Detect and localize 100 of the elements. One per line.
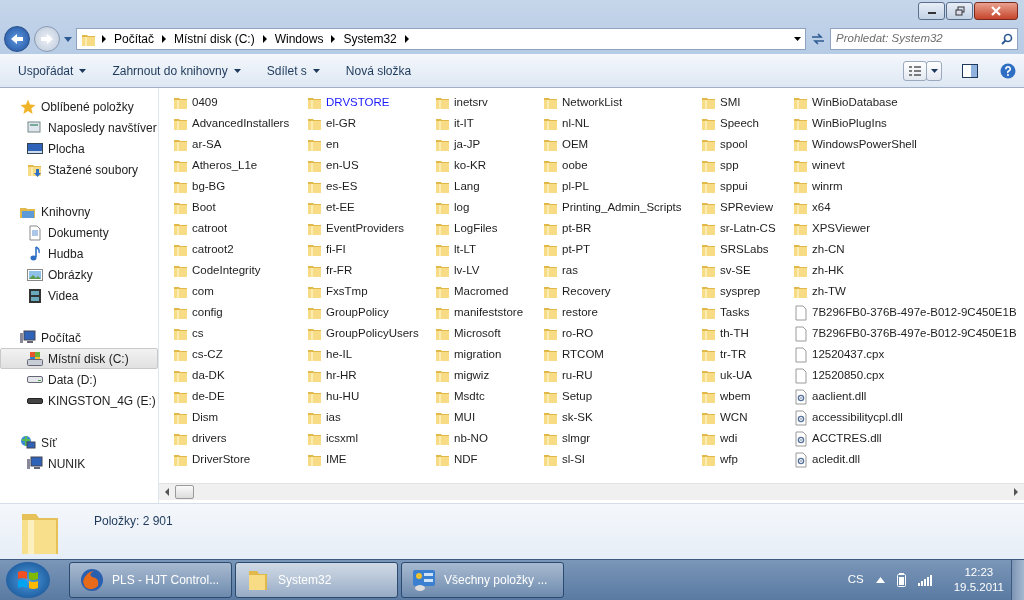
file-item[interactable]: sppui bbox=[701, 176, 793, 197]
file-item[interactable]: 12520437.cpx bbox=[793, 344, 1017, 365]
file-item[interactable]: WinBioPlugIns bbox=[793, 113, 1017, 134]
clock-date[interactable]: 19.5.2011 bbox=[953, 580, 1004, 595]
file-item[interactable]: Speech bbox=[701, 113, 793, 134]
sidebar-item[interactable]: Plocha bbox=[0, 138, 158, 159]
file-item[interactable]: NetworkList bbox=[543, 92, 701, 113]
sidebar-item[interactable]: Počítač bbox=[0, 327, 158, 348]
toolbar-button[interactable]: Nová složka bbox=[335, 57, 422, 84]
breadcrumb-arrow-icon[interactable] bbox=[162, 35, 167, 43]
file-item[interactable]: ko-KR bbox=[435, 155, 543, 176]
file-item[interactable]: zh-CN bbox=[793, 239, 1017, 260]
file-item[interactable]: SMI bbox=[701, 92, 793, 113]
sidebar-item[interactable]: Data (D:) bbox=[0, 369, 158, 390]
sidebar-item[interactable]: NUNIK bbox=[0, 453, 158, 474]
file-item[interactable]: Atheros_L1e bbox=[173, 155, 307, 176]
show-hidden-icons-icon[interactable] bbox=[875, 577, 885, 583]
file-item[interactable]: acledit.dll bbox=[793, 449, 1017, 470]
file-item[interactable]: migwiz bbox=[435, 365, 543, 386]
file-item[interactable]: pt-BR bbox=[543, 218, 701, 239]
sidebar-item[interactable]: Dokumenty bbox=[0, 222, 158, 243]
file-item[interactable]: SPReview bbox=[701, 197, 793, 218]
scroll-right-icon[interactable] bbox=[1012, 488, 1020, 496]
file-item[interactable]: ias bbox=[307, 407, 435, 428]
sidebar-item[interactable]: Naposledy navštíver bbox=[0, 117, 158, 138]
file-item[interactable]: he-IL bbox=[307, 344, 435, 365]
breadcrumb-link[interactable]: Místní disk (C:) bbox=[172, 30, 257, 48]
horizontal-scrollbar[interactable] bbox=[159, 483, 1024, 500]
sidebar-item[interactable]: Stažené soubory bbox=[0, 159, 158, 180]
file-item[interactable]: ACCTRES.dll bbox=[793, 428, 1017, 449]
file-item[interactable]: winrm bbox=[793, 176, 1017, 197]
file-item[interactable]: da-DK bbox=[173, 365, 307, 386]
file-item[interactable]: th-TH bbox=[701, 323, 793, 344]
file-item[interactable]: manifeststore bbox=[435, 302, 543, 323]
toolbar-button[interactable]: Uspořádat bbox=[8, 57, 97, 84]
sidebar-item[interactable]: Obrázky bbox=[0, 264, 158, 285]
file-item[interactable]: EventProviders bbox=[307, 218, 435, 239]
file-item[interactable]: MUI bbox=[435, 407, 543, 428]
file-item[interactable]: hu-HU bbox=[307, 386, 435, 407]
file-item[interactable]: catroot2 bbox=[173, 239, 307, 260]
file-item[interactable]: nl-NL bbox=[543, 113, 701, 134]
file-item[interactable]: wfp bbox=[701, 449, 793, 470]
file-item[interactable]: Macromed bbox=[435, 281, 543, 302]
file-item[interactable]: accessibilitycpl.dll bbox=[793, 407, 1017, 428]
file-item[interactable]: zh-HK bbox=[793, 260, 1017, 281]
search-icon[interactable] bbox=[1001, 33, 1013, 45]
file-item[interactable]: nb-NO bbox=[435, 428, 543, 449]
file-item[interactable]: 7B296FB0-376B-497e-B012-9C450E1B bbox=[793, 302, 1017, 323]
file-item[interactable]: wdi bbox=[701, 428, 793, 449]
file-item[interactable]: Lang bbox=[435, 176, 543, 197]
file-item[interactable]: spp bbox=[701, 155, 793, 176]
file-item[interactable]: 7B296FB0-376B-497e-B012-9C450E1B bbox=[793, 323, 1017, 344]
file-item[interactable]: FxsTmp bbox=[307, 281, 435, 302]
file-item[interactable]: 12520850.cpx bbox=[793, 365, 1017, 386]
file-item[interactable]: sl-SI bbox=[543, 449, 701, 470]
file-item[interactable]: DriverStore bbox=[173, 449, 307, 470]
file-item[interactable]: en-US bbox=[307, 155, 435, 176]
back-button[interactable] bbox=[4, 26, 30, 52]
breadcrumb-arrow-icon[interactable] bbox=[102, 35, 106, 43]
file-item[interactable]: x64 bbox=[793, 197, 1017, 218]
history-dropdown-icon[interactable] bbox=[64, 36, 72, 42]
breadcrumb-link[interactable]: Windows bbox=[272, 30, 326, 48]
file-item[interactable]: cs-CZ bbox=[173, 344, 307, 365]
file-item[interactable]: LogFiles bbox=[435, 218, 543, 239]
file-item[interactable]: CodeIntegrity bbox=[173, 260, 307, 281]
file-item[interactable]: sysprep bbox=[701, 281, 793, 302]
file-item[interactable]: de-DE bbox=[173, 386, 307, 407]
file-item[interactable]: wbem bbox=[701, 386, 793, 407]
file-item[interactable]: inetsrv bbox=[435, 92, 543, 113]
file-item[interactable]: Boot bbox=[173, 197, 307, 218]
breadcrumb-link[interactable]: System32 bbox=[341, 30, 399, 48]
file-item[interactable]: restore bbox=[543, 302, 701, 323]
file-item[interactable]: IME bbox=[307, 449, 435, 470]
file-item[interactable]: zh-TW bbox=[793, 281, 1017, 302]
breadcrumb-arrow-icon[interactable] bbox=[404, 35, 409, 43]
file-item[interactable]: catroot bbox=[173, 218, 307, 239]
file-item[interactable]: GroupPolicyUsers bbox=[307, 323, 435, 344]
file-item[interactable]: NDF bbox=[435, 449, 543, 470]
toolbar-button[interactable]: Zahrnout do knihovny bbox=[102, 57, 251, 84]
search-field[interactable]: Prohledat: System32 bbox=[830, 28, 1018, 50]
file-item[interactable]: sv-SE bbox=[701, 260, 793, 281]
file-item[interactable]: et-EE bbox=[307, 197, 435, 218]
view-dropdown-button[interactable] bbox=[926, 60, 942, 81]
file-item[interactable]: icsxml bbox=[307, 428, 435, 449]
file-item[interactable]: it-IT bbox=[435, 113, 543, 134]
file-item[interactable]: migration bbox=[435, 344, 543, 365]
sidebar-item[interactable]: Knihovny bbox=[0, 201, 158, 222]
breadcrumb-arrow-icon[interactable] bbox=[262, 35, 267, 43]
file-item[interactable]: GroupPolicy bbox=[307, 302, 435, 323]
breadcrumb-link[interactable]: Počítač bbox=[112, 30, 157, 48]
file-item[interactable]: bg-BG bbox=[173, 176, 307, 197]
file-item[interactable]: ar-SA bbox=[173, 134, 307, 155]
file-item[interactable]: Tasks bbox=[701, 302, 793, 323]
file-item[interactable]: cs bbox=[173, 323, 307, 344]
preview-pane-icon[interactable] bbox=[962, 63, 978, 78]
file-item[interactable]: Setup bbox=[543, 386, 701, 407]
file-item[interactable]: lv-LV bbox=[435, 260, 543, 281]
file-item[interactable]: Printing_Admin_Scripts bbox=[543, 197, 701, 218]
file-item[interactable]: fi-FI bbox=[307, 239, 435, 260]
file-item[interactable]: lt-LT bbox=[435, 239, 543, 260]
